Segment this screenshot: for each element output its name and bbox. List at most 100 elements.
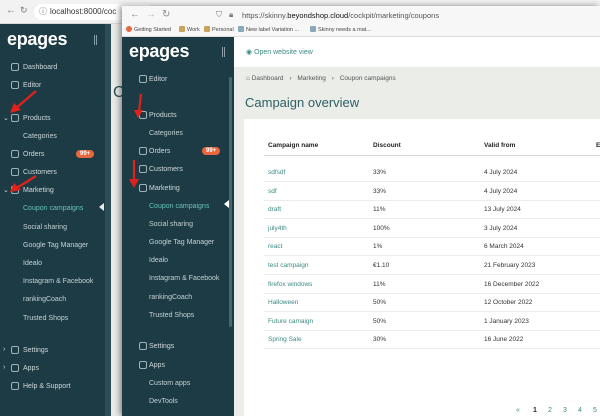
sidebar-scrollbar[interactable]	[229, 77, 232, 327]
sidebar-item-help-support[interactable]: Help & Support	[23, 383, 70, 390]
page-title: Campaign overview	[245, 95, 360, 110]
discount-cell: 50%	[373, 299, 387, 307]
bookmark-item[interactable]: New label Variation ...	[238, 26, 299, 33]
sidebar-item-social-sharing[interactable]: Social sharing	[23, 224, 67, 231]
sidebar-item-coupon-campaigns[interactable]: Coupon campaigns	[23, 205, 83, 212]
annotation-arrow-icon	[134, 93, 143, 118]
sidebar-item-apps[interactable]: Apps	[23, 365, 39, 372]
apps-icon	[139, 361, 147, 369]
forward-arrow-icon[interactable]: →	[146, 9, 156, 20]
sidebar-item-dashboard[interactable]: Dashboard	[23, 64, 57, 71]
row-divider	[264, 218, 600, 220]
sidebar-item-orders[interactable]: Orders	[23, 151, 44, 158]
pagination-page-2[interactable]: 2	[548, 407, 552, 414]
campaign-name-link[interactable]: july4th	[268, 225, 287, 232]
pagination-page-4[interactable]: 4	[578, 407, 582, 414]
sidebar-item-settings[interactable]: Settings	[23, 347, 48, 354]
valid-from-cell: 3 July 2024	[484, 224, 518, 232]
pagination-page-1[interactable]: 1	[533, 407, 537, 414]
sidebar-item-social-sharing[interactable]: Social sharing	[149, 221, 193, 228]
orders-count-badge: 99+	[76, 150, 95, 158]
column-header-name[interactable]: Campaign name	[268, 142, 318, 149]
pagination-page-5[interactable]: 5	[593, 407, 597, 414]
collapse-sidebar-icon[interactable]	[94, 35, 97, 45]
sidebar-item-trusted-shops[interactable]: Trusted Shops	[149, 312, 194, 319]
bookmark-item[interactable]: Skinny needs a mat...	[310, 26, 371, 33]
open-website-link[interactable]: ◉ Open website view	[246, 48, 313, 56]
orders-icon	[139, 147, 147, 155]
orders-count-badge: 99+	[202, 147, 221, 155]
top-bar: ◉ Open website view	[234, 37, 600, 67]
sidebar-item-categories[interactable]: Categories	[23, 133, 57, 140]
campaign-name-link[interactable]: sdfsdf	[268, 169, 285, 176]
bookmark-item[interactable]: Getting Started	[126, 26, 171, 33]
foreground-browser-window: ← → ↻ ⛉ 🔒︎ https://skinny.beyondshop.clo…	[122, 6, 600, 416]
back-arrow-icon[interactable]: ←	[130, 9, 140, 20]
pagination-prev-button[interactable]: «	[516, 407, 520, 414]
sidebar-item-instagram-facebook[interactable]: Instagram & Facebook	[23, 278, 93, 285]
campaign-name-link[interactable]: sdf	[268, 188, 277, 195]
sidebar-item-categories[interactable]: Categories	[149, 130, 183, 137]
row-divider	[264, 274, 600, 275]
sidebar-item-marketing[interactable]: Marketing	[149, 185, 180, 192]
breadcrumb-item[interactable]: Dashboard	[252, 75, 284, 82]
sidebar-item-apps[interactable]: Apps	[149, 362, 165, 369]
campaign-name-link[interactable]: test campaign	[268, 262, 308, 269]
bookmark-item[interactable]: Personal	[204, 26, 234, 33]
breadcrumb-item[interactable]: Marketing	[297, 75, 326, 82]
folder-icon	[179, 26, 185, 32]
page-info-icon[interactable]: ⓘ	[39, 6, 47, 17]
address-text: localhost:8000/coc	[50, 7, 117, 16]
pagination-page-3[interactable]: 3	[563, 407, 567, 414]
page-icon	[310, 26, 316, 32]
reload-icon[interactable]: ↻	[20, 5, 28, 16]
sidebar-item-customers[interactable]: Customers	[149, 166, 183, 173]
sidebar-item-settings[interactable]: Settings	[149, 343, 174, 350]
sidebar-item-trusted-shops[interactable]: Trusted Shops	[23, 315, 68, 322]
valid-from-cell: 21 February 2023	[484, 262, 536, 269]
column-header-valid-from[interactable]: Valid from	[484, 142, 515, 149]
campaign-name-link[interactable]: draft	[268, 206, 281, 213]
sidebar-item-products[interactable]: Products	[149, 112, 177, 119]
sidebar-item-orders[interactable]: Orders	[149, 148, 170, 155]
column-header-discount[interactable]: Discount	[373, 142, 401, 149]
sidebar-item-rankingcoach[interactable]: rankingCoach	[23, 296, 66, 303]
back-arrow-icon[interactable]: ←	[6, 5, 16, 16]
discount-cell: €1.10	[373, 262, 390, 269]
sidebar-item-custom-apps[interactable]: Custom apps	[149, 380, 190, 387]
sidebar-item-editor[interactable]: Editor	[149, 76, 167, 83]
collapse-sidebar-icon[interactable]	[222, 47, 225, 57]
discount-cell: 33%	[373, 187, 387, 195]
chevron-right-icon[interactable]: ›	[3, 364, 5, 371]
sidebar-item-rankingcoach[interactable]: rankingCoach	[149, 294, 192, 301]
url-domain: beyondshop.cloud	[287, 11, 349, 20]
campaign-name-link[interactable]: Spring Sale	[268, 336, 302, 343]
campaign-name-link[interactable]: firefox windows	[268, 281, 312, 288]
orders-icon	[11, 150, 19, 158]
sidebar-item-products[interactable]: Products	[23, 115, 51, 122]
sidebar-item-google-tag-manager[interactable]: Google Tag Manager	[149, 239, 214, 246]
sidebar-item-devtools[interactable]: DevTools	[149, 398, 178, 405]
sidebar-item-instagram-facebook[interactable]: Instagram & Facebook	[149, 275, 219, 282]
campaign-name-link[interactable]: react	[268, 243, 282, 250]
sidebar-item-google-tag-manager[interactable]: Google Tag Manager	[23, 242, 88, 249]
campaign-name-link[interactable]: Future camaign	[268, 318, 313, 325]
column-header-end[interactable]: E	[596, 142, 600, 149]
valid-from-cell: 13 July 2024	[484, 206, 521, 214]
apps-icon	[11, 364, 19, 372]
editor-icon	[139, 75, 147, 83]
sidebar-item-coupon-campaigns[interactable]: Coupon campaigns	[149, 203, 209, 210]
row-divider	[264, 292, 600, 294]
page-icon	[238, 26, 244, 32]
sidebar-item-idealo[interactable]: Idealo	[23, 260, 42, 267]
lock-icon[interactable]: 🔒︎	[229, 10, 233, 20]
discount-cell: 50%	[373, 317, 387, 325]
shield-icon[interactable]: ⛉	[216, 10, 222, 20]
logo: epages	[129, 41, 190, 61]
reload-icon[interactable]: ↻	[162, 9, 170, 20]
sidebar-item-idealo[interactable]: Idealo	[149, 257, 168, 264]
chevron-right-icon[interactable]: ›	[3, 346, 5, 353]
campaign-name-link[interactable]: Halloween	[268, 299, 298, 306]
address-bar[interactable]: https://skinny.beyondshop.cloud/cockpit/…	[242, 11, 439, 20]
bookmark-item[interactable]: Work	[179, 26, 200, 33]
